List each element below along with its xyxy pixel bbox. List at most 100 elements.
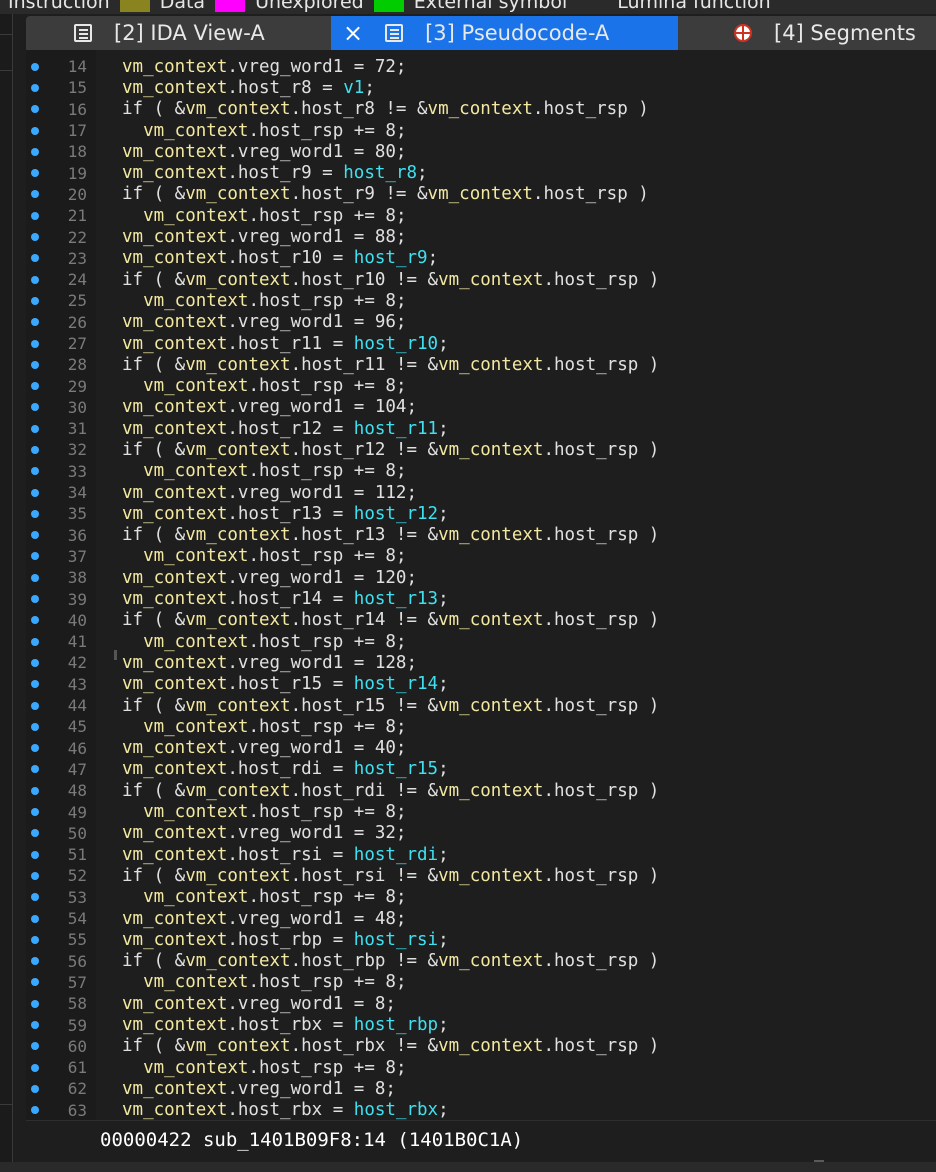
breakpoint-dot-icon[interactable] <box>31 552 39 561</box>
code-line[interactable]: 28 if ( &vm_context.host_r11 != &vm_conte… <box>26 354 936 375</box>
breakpoint-dot-icon[interactable] <box>31 126 39 135</box>
breakpoint-dot-icon[interactable] <box>31 275 39 284</box>
breakpoint-dot-icon[interactable] <box>31 765 39 774</box>
code-line[interactable]: 36 if ( &vm_context.host_r13 != &vm_conte… <box>26 525 936 546</box>
breakpoint-dot-icon[interactable] <box>31 445 39 454</box>
breakpoint-dot-icon[interactable] <box>31 360 39 369</box>
breakpoint-dot-icon[interactable] <box>31 147 39 156</box>
code-line[interactable]: 44 if ( &vm_context.host_r15 != &vm_conte… <box>26 695 936 716</box>
breakpoint-dot-icon[interactable] <box>31 957 39 966</box>
breakpoint-dot-icon[interactable] <box>31 871 39 880</box>
breakpoint-dot-icon[interactable] <box>31 488 39 497</box>
code-line[interactable]: 27 vm_context.host_r11 = host_r10; <box>26 333 936 354</box>
breakpoint-dot-icon[interactable] <box>31 658 39 667</box>
breakpoint-dot-icon[interactable] <box>31 595 39 604</box>
code-line[interactable]: 59 vm_context.host_rbx = host_rbp; <box>26 1014 936 1035</box>
code-line[interactable]: 54 vm_context.vreg_word1 = 48; <box>26 908 936 929</box>
breakpoint-dot-icon[interactable] <box>31 190 39 199</box>
breakpoint-dot-icon[interactable] <box>31 808 39 817</box>
breakpoint-dot-icon[interactable] <box>31 509 39 518</box>
pseudocode-view[interactable]: 14 vm_context.vreg_word1 = 72; 15 vm_contex… <box>26 50 936 1120</box>
code-line[interactable]: 48 if ( &vm_context.host_rdi != &vm_conte… <box>26 780 936 801</box>
code-line[interactable]: 31 vm_context.host_r12 = host_r11; <box>26 418 936 439</box>
breakpoint-dot-icon[interactable] <box>31 680 39 689</box>
breakpoint-dot-icon[interactable] <box>31 296 39 305</box>
code-line[interactable]: 37 vm_context.host_rsp += 8; <box>26 546 936 567</box>
breakpoint-dot-icon[interactable] <box>31 978 39 987</box>
code-line[interactable]: 19 vm_context.host_r9 = host_r8; <box>26 162 936 183</box>
code-line[interactable]: 22 vm_context.vreg_word1 = 88; <box>26 226 936 247</box>
breakpoint-dot-icon[interactable] <box>31 935 39 944</box>
code-line[interactable]: 58 vm_context.vreg_word1 = 8; <box>26 993 936 1014</box>
breakpoint-dot-icon[interactable] <box>31 999 39 1008</box>
code-line[interactable]: 45 vm_context.host_rsp += 8; <box>26 716 936 737</box>
tab-segments[interactable]: [4] Segments <box>678 16 936 50</box>
breakpoint-dot-icon[interactable] <box>31 1042 39 1051</box>
code-line[interactable]: 41 vm_context.host_rsp += 8; <box>26 631 936 652</box>
code-line[interactable]: 50 vm_context.vreg_word1 = 32; <box>26 823 936 844</box>
breakpoint-dot-icon[interactable] <box>31 829 39 838</box>
code-line[interactable]: 53 vm_context.host_rsp += 8; <box>26 887 936 908</box>
code-line[interactable]: 26 vm_context.vreg_word1 = 96; <box>26 312 936 333</box>
code-line[interactable]: 55 vm_context.host_rbp = host_rsi; <box>26 929 936 950</box>
tab-ida-view-a[interactable]: [2] IDA View-A <box>26 16 331 50</box>
breakpoint-dot-icon[interactable] <box>31 1084 39 1093</box>
breakpoint-dot-icon[interactable] <box>31 211 39 220</box>
code-line[interactable]: 49 vm_context.host_rsp += 8; <box>26 801 936 822</box>
tab-pseudocode-a[interactable]: × [3] Pseudocode-A <box>331 16 678 50</box>
breakpoint-dot-icon[interactable] <box>31 1063 39 1072</box>
code-line[interactable]: 30 vm_context.vreg_word1 = 104; <box>26 397 936 418</box>
breakpoint-dot-icon[interactable] <box>31 62 39 71</box>
code-line[interactable]: 34 vm_context.vreg_word1 = 112; <box>26 482 936 503</box>
breakpoint-dot-icon[interactable] <box>31 339 39 348</box>
breakpoint-dot-icon[interactable] <box>31 1021 39 1029</box>
code-line[interactable]: 23 vm_context.host_r10 = host_r9; <box>26 248 936 269</box>
code-line[interactable]: 52 if ( &vm_context.host_rsi != &vm_conte… <box>26 865 936 886</box>
breakpoint-dot-icon[interactable] <box>31 382 39 391</box>
code-line[interactable]: 32 if ( &vm_context.host_r12 != &vm_conte… <box>26 439 936 460</box>
breakpoint-dot-icon[interactable] <box>31 616 39 625</box>
code-line[interactable]: 60 if ( &vm_context.host_rbx != &vm_conte… <box>26 1036 936 1057</box>
breakpoint-dot-icon[interactable] <box>31 573 39 582</box>
code-line[interactable]: 40 if ( &vm_context.host_r14 != &vm_conte… <box>26 610 936 631</box>
code-line[interactable]: 24 if ( &vm_context.host_r10 != &vm_conte… <box>26 269 936 290</box>
breakpoint-dot-icon[interactable] <box>31 914 39 923</box>
breakpoint-dot-icon[interactable] <box>31 233 39 242</box>
breakpoint-dot-icon[interactable] <box>31 1106 39 1115</box>
code-line[interactable]: 61 vm_context.host_rsp += 8; <box>26 1057 936 1078</box>
breakpoint-dot-icon[interactable] <box>31 637 39 646</box>
code-line[interactable]: 51 vm_context.host_rsi = host_rdi; <box>26 844 936 865</box>
breakpoint-dot-icon[interactable] <box>31 744 39 753</box>
code-line[interactable]: 46 vm_context.vreg_word1 = 40; <box>26 738 936 759</box>
close-icon[interactable]: × <box>343 21 363 45</box>
breakpoint-dot-icon[interactable] <box>31 424 39 433</box>
code-line[interactable]: 17 vm_context.host_rsp += 8; <box>26 120 936 141</box>
code-line[interactable]: 43 vm_context.host_r15 = host_r14; <box>26 674 936 695</box>
code-line[interactable]: 47 vm_context.host_rdi = host_r15; <box>26 759 936 780</box>
breakpoint-dot-icon[interactable] <box>31 701 39 710</box>
breakpoint-dot-icon[interactable] <box>31 531 39 540</box>
breakpoint-dot-icon[interactable] <box>31 722 39 731</box>
breakpoint-dot-icon[interactable] <box>31 254 39 263</box>
code-line[interactable]: 15 vm_context.host_r8 = v1; <box>26 77 936 98</box>
code-line[interactable]: 18 vm_context.vreg_word1 = 80; <box>26 141 936 162</box>
breakpoint-dot-icon[interactable] <box>31 850 39 859</box>
code-line[interactable]: 35 vm_context.host_r13 = host_r12; <box>26 503 936 524</box>
breakpoint-dot-icon[interactable] <box>31 467 39 476</box>
breakpoint-dot-icon[interactable] <box>31 83 39 92</box>
code-line[interactable]: 38 vm_context.vreg_word1 = 120; <box>26 567 936 588</box>
code-line[interactable]: 63 vm_context.host_rbx = host_rbx; <box>26 1100 936 1120</box>
code-line[interactable]: 21 vm_context.host_rsp += 8; <box>26 205 936 226</box>
breakpoint-dot-icon[interactable] <box>31 169 39 178</box>
code-line[interactable]: 42 vm_context.vreg_word1 = 128; <box>26 652 936 673</box>
breakpoint-dot-icon[interactable] <box>31 318 39 327</box>
code-line[interactable]: 39 vm_context.host_r14 = host_r13; <box>26 588 936 609</box>
code-line[interactable]: 57 vm_context.host_rsp += 8; <box>26 972 936 993</box>
code-line[interactable]: 56 if ( &vm_context.host_rbp != &vm_conte… <box>26 950 936 971</box>
code-line[interactable]: 25 vm_context.host_rsp += 8; <box>26 290 936 311</box>
code-line[interactable]: 33 vm_context.host_rsp += 8; <box>26 461 936 482</box>
breakpoint-dot-icon[interactable] <box>31 105 39 114</box>
breakpoint-dot-icon[interactable] <box>31 403 39 412</box>
code-line[interactable]: 20 if ( &vm_context.host_r9 != &vm_contex… <box>26 184 936 205</box>
code-line[interactable]: 29 vm_context.host_rsp += 8; <box>26 375 936 396</box>
